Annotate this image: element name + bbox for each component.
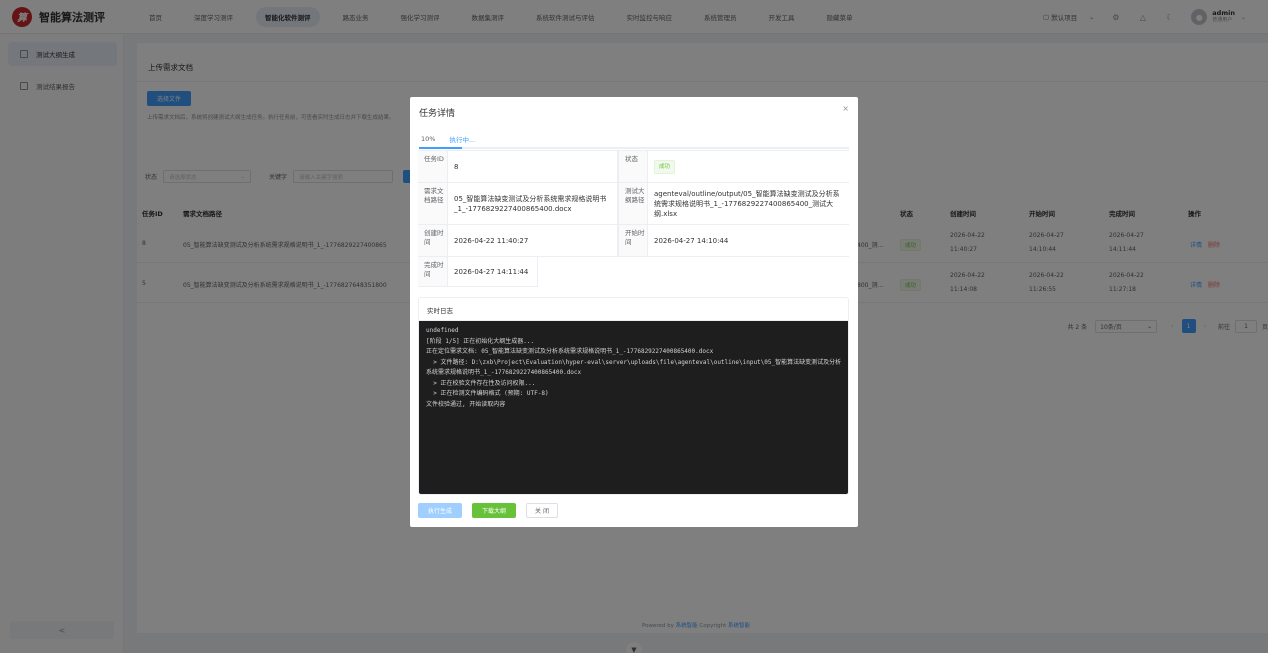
progress-percent: 10% — [421, 135, 436, 143]
status-label: 状态 — [618, 151, 648, 182]
log-line: > 文件路径: D:\zxb\Project\Evaluation\hyper-… — [426, 358, 842, 377]
created-value: 2026-04-22 11:40:27 — [448, 225, 618, 256]
started-value: 2026-04-27 14:10:44 — [654, 236, 729, 245]
log-line: 正在定位需求文档: 05_智能算法缺变测试及分析系统需求规格说明书_1_-177… — [426, 348, 714, 355]
finished-label: 完成时间 — [418, 257, 448, 287]
task-id-label: 任务ID — [418, 151, 448, 182]
progress-bar — [419, 147, 849, 149]
run-generate-button[interactable]: 执行生成 — [418, 503, 462, 518]
outline-path-label: 测试大纲路径 — [618, 183, 648, 224]
realtime-log-panel: 实时日志 undefined [阶段 1/5] 正在初始化大纲生成器... 正在… — [418, 297, 849, 495]
log-line: > 正在检测文件编码格式 (预期: UTF-8) — [426, 390, 549, 397]
dialog-title: 任务详情 — [419, 109, 456, 119]
log-line: > 正在校验文件存在性及访问权限... — [426, 379, 536, 387]
log-line: 文件校验通过, 开始读取内容 — [426, 400, 506, 408]
status-value: 成功 — [648, 151, 848, 182]
status-badge: 成功 — [654, 159, 676, 174]
log-console[interactable]: undefined [阶段 1/5] 正在初始化大纲生成器... 正在定位需求文… — [419, 321, 848, 494]
dialog-buttons: 执行生成 下载大纲 关 闭 — [418, 503, 558, 518]
download-outline-button[interactable]: 下载大纲 — [472, 503, 516, 518]
close-icon[interactable]: × — [842, 104, 849, 113]
task-id-value: 8 — [448, 151, 618, 182]
started-label: 开始时间 — [618, 225, 648, 256]
progress-status: 执行中... — [449, 136, 476, 144]
progress-row: 10% 执行中... — [421, 134, 475, 144]
req-path-label: 需求文档路径 — [418, 183, 448, 224]
req-path-value: 05_智能算法缺变测试及分析系统需求规格说明书_1_-1776829227400… — [448, 183, 618, 224]
created-label: 创建时间 — [418, 225, 448, 256]
close-button[interactable]: 关 闭 — [526, 503, 558, 518]
progress-bar-fill — [419, 147, 462, 149]
outline-path-value: agenteval/outline/output/05_智能算法缺变测试及分析系… — [654, 189, 840, 218]
log-title: 实时日志 — [419, 298, 848, 321]
task-descriptions: 任务ID 8 状态 成功 需求文档路径 05_智能算法缺变测试及分析系统需求规格… — [418, 150, 849, 287]
log-line: undefined — [426, 327, 459, 334]
log-line: [阶段 1/5] 正在初始化大纲生成器... — [426, 337, 535, 345]
task-detail-dialog: 任务详情 × 10% 执行中... 任务ID 8 状态 成功 需求文档路径 05… — [410, 97, 858, 527]
finished-value: 2026-04-27 14:11:44 — [448, 257, 538, 287]
